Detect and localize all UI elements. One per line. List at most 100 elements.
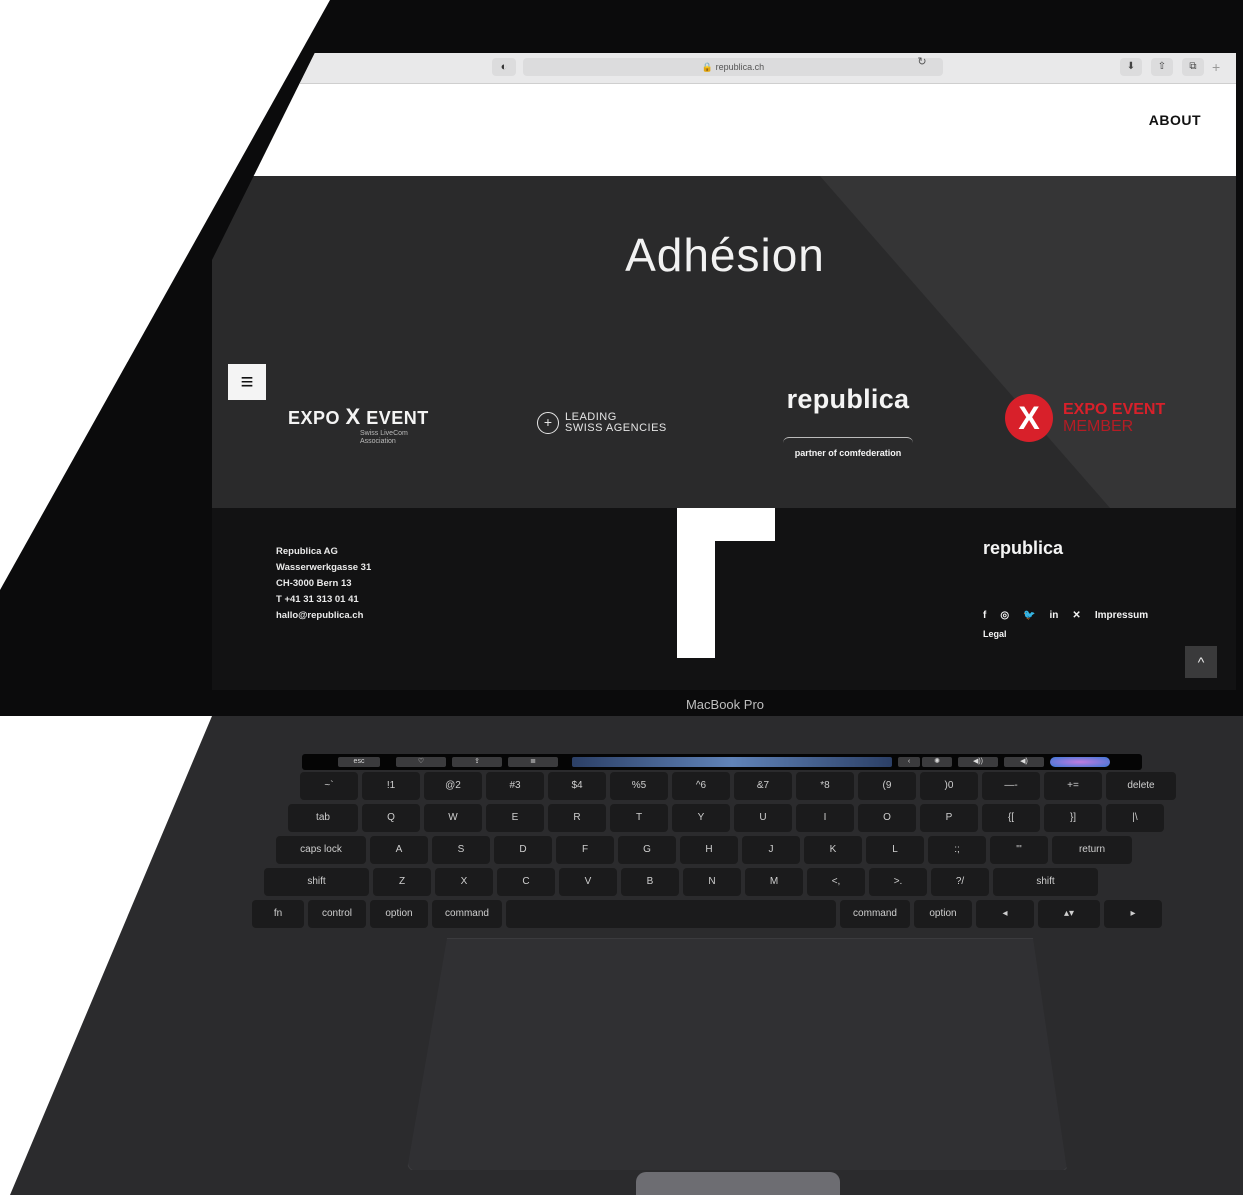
shield-icon[interactable]: ◐ [492,58,516,76]
key[interactable]: &7 [734,772,792,800]
volume-down-icon[interactable]: ◀) [1004,757,1044,767]
expo-event-member-logo[interactable]: X EXPO EVENT MEMBER [1005,394,1165,442]
key[interactable]: $4 [548,772,606,800]
key[interactable]: M [745,868,803,896]
key[interactable]: A [370,836,428,864]
facebook-icon[interactable]: f [983,610,986,621]
linkedin-icon[interactable]: in [1050,610,1059,621]
legal-link[interactable]: Legal [983,629,1007,639]
menu-button[interactable]: ≡ [228,364,266,400]
key[interactable]: option [370,900,428,928]
key[interactable]: += [1044,772,1102,800]
key[interactable]: ▸ [1104,900,1162,928]
volume-up-icon[interactable]: ◀)) [958,757,998,767]
key[interactable]: :; [928,836,986,864]
key[interactable]: return [1052,836,1132,864]
key[interactable]: J [742,836,800,864]
key[interactable]: delete [1106,772,1176,800]
key[interactable]: Y [672,804,730,832]
esc-key[interactable]: esc [338,757,380,767]
footer-logo[interactable]: republica [983,538,1063,559]
key[interactable]: B [621,868,679,896]
key[interactable]: command [432,900,502,928]
download-icon[interactable]: ⬇ [1120,58,1142,76]
scroll-top-button[interactable]: ^ [1185,646,1217,678]
key[interactable]: G [618,836,676,864]
heart-icon[interactable]: ♡ [396,757,446,767]
key[interactable]: caps lock [276,836,366,864]
member-line1: EXPO EVENT [1063,401,1166,418]
key[interactable]: E [486,804,544,832]
key[interactable]: ?/ [931,868,989,896]
key[interactable]: >. [869,868,927,896]
key[interactable]: K [804,836,862,864]
key[interactable]: C [497,868,555,896]
trackpad[interactable] [407,938,1067,1170]
key[interactable]: *8 [796,772,854,800]
key[interactable]: X [435,868,493,896]
share-tb-icon[interactable]: ⇪ [452,757,502,767]
key[interactable]: |\ [1106,804,1164,832]
key[interactable]: T [610,804,668,832]
key[interactable]: shift [993,868,1098,896]
key[interactable]: ◂ [976,900,1034,928]
key[interactable]: "' [990,836,1048,864]
key[interactable]: Z [373,868,431,896]
phone-link[interactable]: T +41 31 313 01 41 [276,592,371,608]
key[interactable]: control [308,900,366,928]
key[interactable]: (9 [858,772,916,800]
key[interactable]: O [858,804,916,832]
key[interactable]: command [840,900,910,928]
key[interactable]: @2 [424,772,482,800]
key[interactable]: ~` [300,772,358,800]
key[interactable]: P [920,804,978,832]
list-icon[interactable]: ≣ [508,757,558,767]
republica-partner-logo[interactable]: republica partner of comfederation [783,384,913,458]
siri-icon[interactable] [1050,757,1110,767]
key[interactable]: {[ [982,804,1040,832]
touchbar-scrubber[interactable] [572,757,892,767]
new-tab-icon[interactable]: + [1212,58,1232,76]
key[interactable]: tab [288,804,358,832]
space-key[interactable] [506,900,836,928]
key[interactable]: %5 [610,772,668,800]
key[interactable]: S [432,836,490,864]
key[interactable]: N [683,868,741,896]
instagram-icon[interactable]: ◎ [1000,610,1009,621]
key[interactable]: )0 [920,772,978,800]
key[interactable]: #3 [486,772,544,800]
key[interactable]: }] [1044,804,1102,832]
chevron-left-icon[interactable]: ‹ [898,757,920,767]
key[interactable]: —- [982,772,1040,800]
tabs-icon[interactable]: ⧉ [1182,58,1204,76]
impressum-link[interactable]: Impressum [1095,610,1148,621]
url-text: republica.ch [715,62,765,72]
xing-icon[interactable]: ✕ [1072,610,1080,621]
leading-swiss-agencies-logo[interactable]: + LEADING SWISS AGENCIES [537,412,667,434]
share-icon[interactable]: ⇧ [1151,58,1173,76]
key[interactable]: D [494,836,552,864]
key[interactable]: Q [362,804,420,832]
key[interactable]: F [556,836,614,864]
key[interactable]: V [559,868,617,896]
twitter-icon[interactable]: 🐦 [1023,610,1035,621]
key[interactable]: I [796,804,854,832]
key[interactable]: shift [264,868,369,896]
key[interactable]: U [734,804,792,832]
key[interactable]: W [424,804,482,832]
key[interactable]: L [866,836,924,864]
key[interactable]: ▴▾ [1038,900,1100,928]
key[interactable]: R [548,804,606,832]
expo-event-logo[interactable]: EXPO X EVENT Swiss LiveCom Association [288,404,429,446]
key[interactable]: option [914,900,972,928]
address-bar[interactable]: 🔒 republica.ch [523,58,943,76]
key[interactable]: !1 [362,772,420,800]
reload-icon[interactable]: ↻ [912,53,932,71]
key[interactable]: fn [252,900,304,928]
key[interactable]: <, [807,868,865,896]
key[interactable]: H [680,836,738,864]
brightness-icon[interactable]: ✺ [922,757,952,767]
about-link[interactable]: ABOUT [1149,112,1201,128]
key[interactable]: ^6 [672,772,730,800]
email-link[interactable]: hallo@republica.ch [276,608,371,624]
